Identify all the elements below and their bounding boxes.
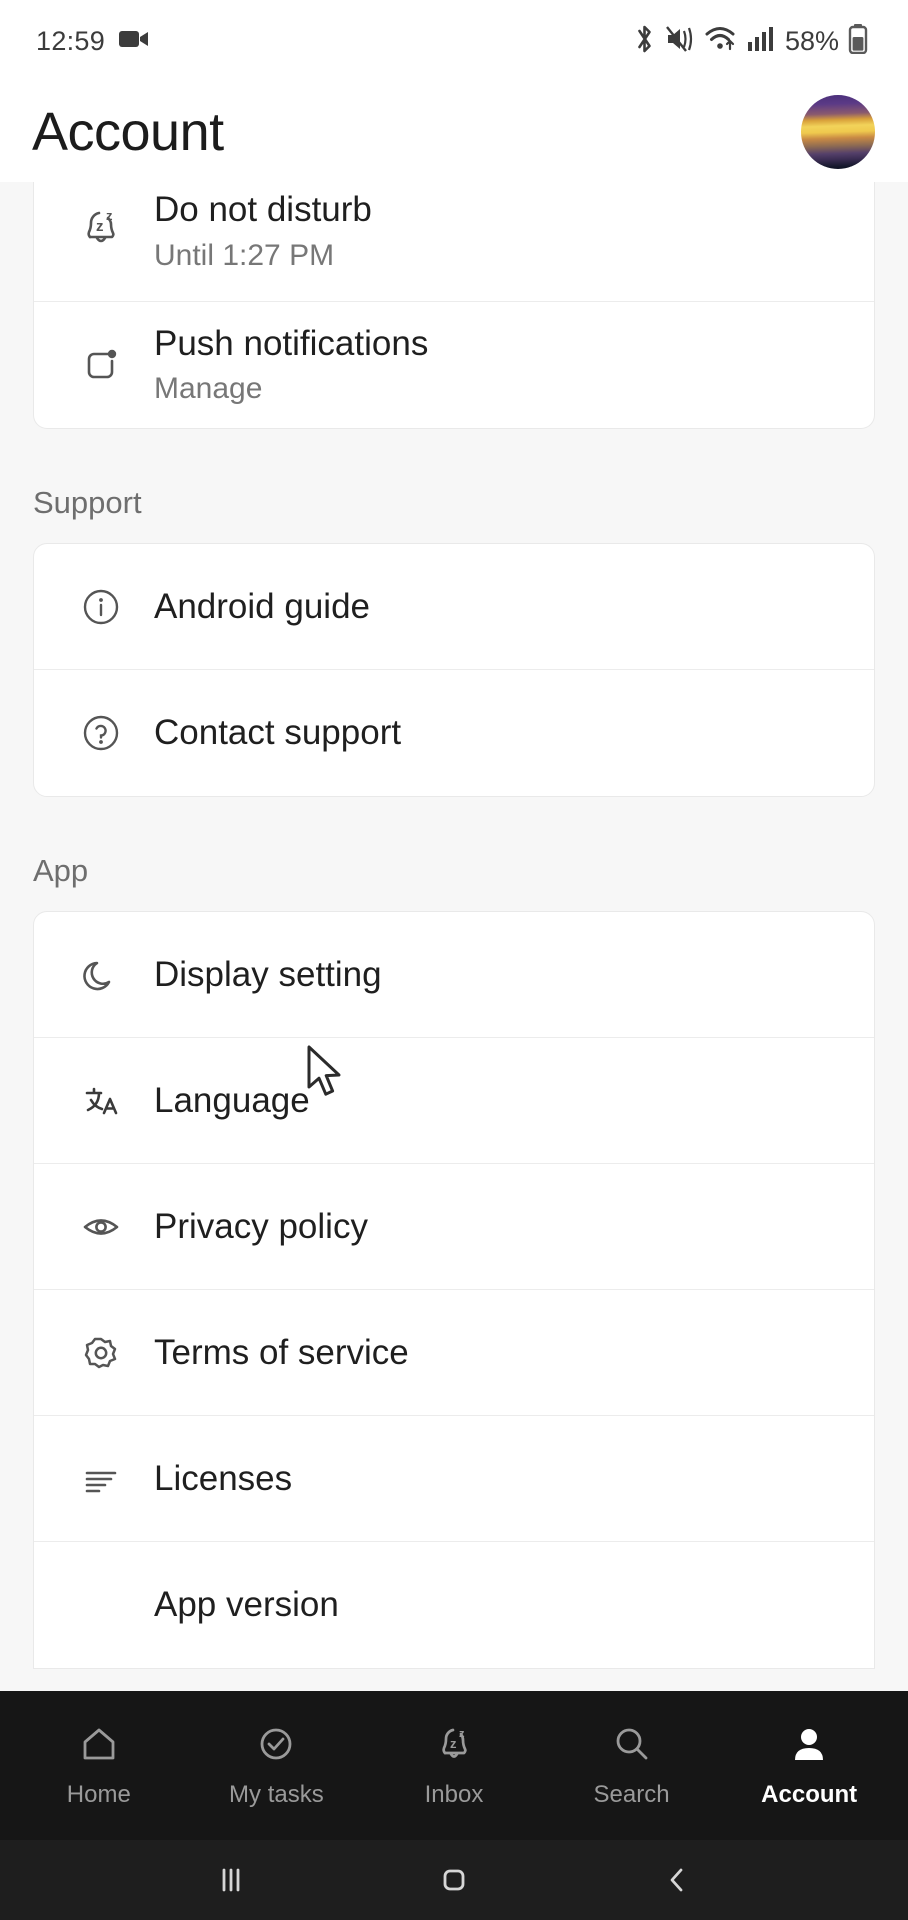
svg-text:z: z bbox=[450, 1736, 457, 1751]
list-item-contact-support[interactable]: Contact support bbox=[34, 670, 874, 796]
moon-icon bbox=[62, 949, 140, 1001]
list-item-subtitle: Until 1:27 PM bbox=[154, 238, 335, 272]
list-item-title: Do not disturb bbox=[154, 190, 372, 229]
list-item-title: Language bbox=[154, 1080, 310, 1120]
list-item-text: Terms of service bbox=[140, 1331, 409, 1375]
cellular-signal-icon bbox=[747, 26, 773, 57]
android-system-nav bbox=[0, 1840, 908, 1920]
list-item-text: Android guide bbox=[140, 585, 370, 629]
home-square-icon[interactable] bbox=[434, 1860, 474, 1900]
list-item-title: Push notifications bbox=[154, 323, 429, 363]
status-time: 12:59 bbox=[36, 25, 106, 56]
nav-item-inbox[interactable]: z z Inbox bbox=[369, 1722, 539, 1809]
nav-item-search[interactable]: Search bbox=[547, 1722, 717, 1809]
list-item-app-version[interactable]: App version bbox=[34, 1542, 874, 1668]
bluetooth-icon bbox=[632, 24, 657, 59]
list-item-text: Display setting bbox=[140, 953, 382, 997]
list-item-subtitle: Manage bbox=[154, 372, 263, 406]
status-bar-right: 58% bbox=[632, 23, 868, 59]
battery-icon bbox=[848, 23, 868, 59]
sound-mute-vibrate-icon bbox=[666, 25, 696, 58]
svg-text:z: z bbox=[459, 1728, 465, 1740]
list-item-text: Privacy policy bbox=[140, 1205, 368, 1249]
video-recording-icon bbox=[119, 28, 149, 55]
page-title: Account bbox=[32, 102, 224, 162]
wifi-icon bbox=[705, 25, 738, 58]
nav-item-label: Account bbox=[761, 1781, 858, 1808]
person-icon bbox=[787, 1722, 831, 1771]
list-item-push-notifications[interactable]: Push notifications Manage bbox=[34, 302, 874, 428]
nav-item-label: Inbox bbox=[424, 1781, 484, 1808]
section-label-support: Support bbox=[33, 485, 142, 520]
profile-avatar[interactable] bbox=[801, 95, 875, 169]
svg-text:z: z bbox=[96, 218, 104, 235]
gear-icon bbox=[62, 1327, 140, 1379]
app-card: Display setting Language Privacy policy … bbox=[33, 911, 875, 1669]
recents-icon[interactable] bbox=[211, 1860, 251, 1900]
list-item-android-guide[interactable]: Android guide bbox=[34, 544, 874, 670]
support-card: Android guide Contact support bbox=[33, 543, 875, 797]
check-circle-icon bbox=[254, 1722, 298, 1771]
notifications-card: z z Do not disturb Until 1:27 PM Push no… bbox=[33, 182, 875, 429]
list-item-display-setting[interactable]: Display setting bbox=[34, 912, 874, 1038]
list-item-title: Display setting bbox=[154, 954, 382, 994]
nav-item-label: Search bbox=[593, 1781, 670, 1808]
push-notification-icon bbox=[62, 339, 140, 391]
list-item-title: Privacy policy bbox=[154, 1206, 368, 1246]
nav-item-account[interactable]: Account bbox=[724, 1722, 894, 1809]
question-circle-icon bbox=[62, 707, 140, 759]
list-item-text: Contact support bbox=[140, 711, 401, 755]
settings-scroll-area[interactable]: z z Do not disturb Until 1:27 PM Push no… bbox=[0, 182, 908, 1691]
list-lines-icon bbox=[62, 1453, 140, 1505]
nav-item-my-tasks[interactable]: My tasks bbox=[191, 1722, 361, 1809]
page-header: Account bbox=[0, 82, 908, 182]
nav-item-label: My tasks bbox=[229, 1781, 324, 1808]
bell-snooze-icon: z z bbox=[62, 202, 140, 254]
phone-screen: 12:59 58% Account z z Do not disturb Unt… bbox=[0, 0, 908, 1920]
list-item-title: App version bbox=[154, 1585, 339, 1625]
list-item-text: Push notifications Manage bbox=[140, 322, 428, 409]
eye-icon bbox=[62, 1201, 140, 1253]
list-item-text: Language bbox=[140, 1079, 310, 1123]
home-icon bbox=[77, 1722, 121, 1771]
list-item-title: Terms of service bbox=[154, 1332, 409, 1372]
bottom-navigation: Home My tasks z z Inbox Search Account bbox=[0, 1691, 908, 1840]
info-circle-icon bbox=[62, 581, 140, 633]
status-bar: 12:59 58% bbox=[0, 0, 908, 82]
list-item-text: Licenses bbox=[140, 1457, 292, 1501]
list-item-privacy-policy[interactable]: Privacy policy bbox=[34, 1164, 874, 1290]
list-item-language[interactable]: Language bbox=[34, 1038, 874, 1164]
list-item-terms-of-service[interactable]: Terms of service bbox=[34, 1290, 874, 1416]
list-item-title: Contact support bbox=[154, 713, 402, 753]
list-item-title: Android guide bbox=[154, 586, 370, 626]
list-item-text: App version bbox=[140, 1583, 339, 1627]
section-label-app: App bbox=[33, 853, 89, 888]
list-item-title: Licenses bbox=[154, 1458, 293, 1498]
nav-item-label: Home bbox=[66, 1781, 131, 1808]
back-chevron-icon[interactable] bbox=[657, 1860, 697, 1900]
svg-text:z: z bbox=[106, 208, 113, 223]
search-icon bbox=[610, 1722, 654, 1771]
list-item-licenses[interactable]: Licenses bbox=[34, 1416, 874, 1542]
nav-item-home[interactable]: Home bbox=[14, 1722, 184, 1809]
status-bar-left: 12:59 bbox=[36, 26, 149, 57]
list-item-do-not-disturb[interactable]: z z Do not disturb Until 1:27 PM bbox=[34, 182, 874, 302]
list-item-text: Do not disturb Until 1:27 PM bbox=[140, 188, 372, 275]
translate-icon bbox=[62, 1075, 140, 1127]
battery-percent: 58% bbox=[784, 25, 839, 56]
bell-snooze-icon: z z bbox=[432, 1722, 476, 1771]
